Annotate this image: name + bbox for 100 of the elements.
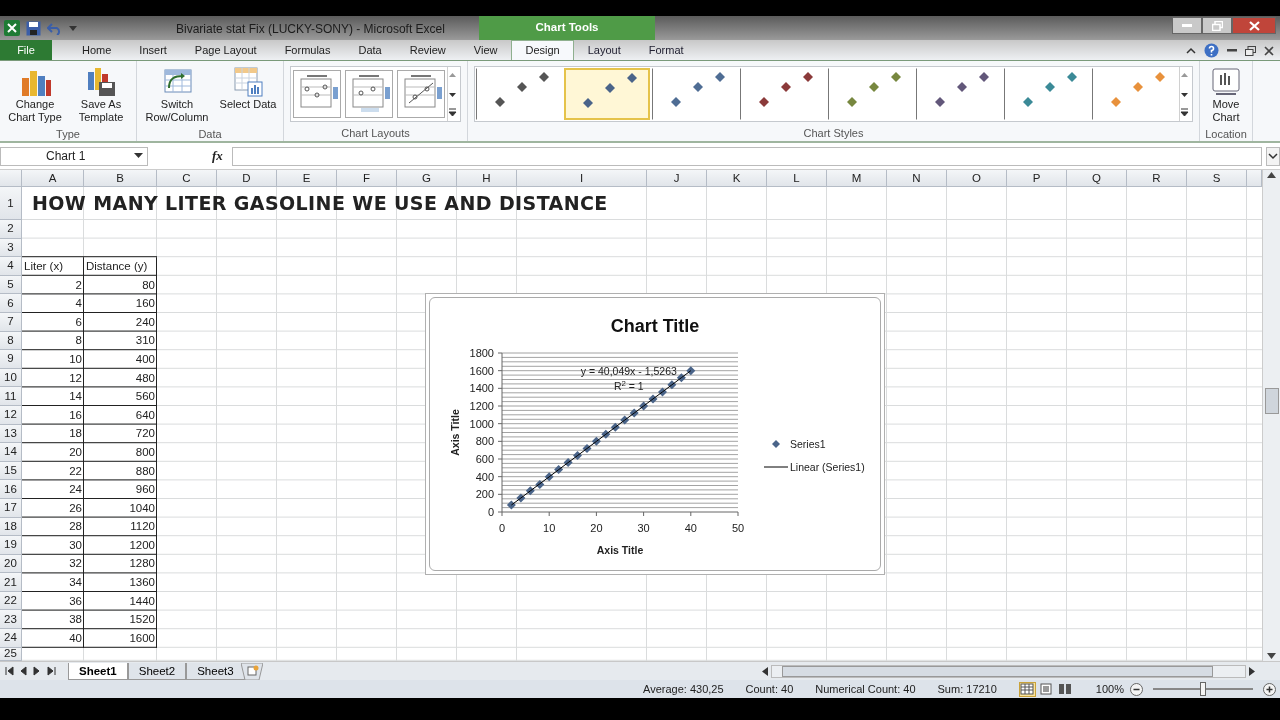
table-cell[interactable]: 560	[84, 387, 157, 406]
row-header[interactable]: 21	[0, 573, 22, 592]
table-cell[interactable]: 2	[22, 275, 84, 295]
ribbon-tab[interactable]: Insert	[125, 40, 181, 60]
insert-sheet-icon[interactable]	[240, 662, 263, 680]
column-header[interactable]: C	[157, 170, 217, 187]
ribbon-button[interactable]: Move Chart	[1203, 64, 1249, 126]
column-header[interactable]: H	[457, 170, 517, 187]
column-header[interactable]: P	[1007, 170, 1067, 187]
column-heading-cell[interactable]: Liter (x)	[22, 257, 84, 276]
table-cell[interactable]: 30	[22, 536, 84, 555]
ribbon-tab[interactable]: Formulas	[270, 40, 345, 60]
chart-layout-thumbnail[interactable]	[293, 70, 341, 118]
column-header[interactable]: F	[337, 170, 397, 187]
scroll-left-icon[interactable]	[761, 666, 769, 676]
column-header[interactable]: L	[767, 170, 827, 187]
table-cell[interactable]: 310	[84, 331, 157, 351]
table-cell[interactable]: 20	[22, 443, 84, 462]
table-cell[interactable]: 8	[22, 331, 84, 351]
table-cell[interactable]: 26	[22, 498, 84, 518]
minimize-button[interactable]	[1172, 17, 1202, 34]
row-header[interactable]: 23	[0, 610, 22, 630]
table-cell[interactable]: 800	[84, 443, 157, 462]
row-header[interactable]: 11	[0, 387, 22, 406]
table-cell[interactable]: 14	[22, 387, 84, 406]
table-cell[interactable]: 24	[22, 480, 84, 499]
table-cell[interactable]: 40	[22, 629, 84, 648]
scroll-thumb[interactable]	[782, 665, 1213, 677]
table-cell[interactable]: 1520	[84, 610, 157, 630]
save-icon[interactable]	[26, 20, 41, 36]
table-cell[interactable]: 1120	[84, 517, 157, 537]
close-button[interactable]	[1232, 17, 1276, 34]
dropdown-icon[interactable]	[134, 153, 143, 159]
gallery-scrollbar[interactable]	[447, 67, 460, 121]
horizontal-scrollbar[interactable]	[761, 663, 1256, 679]
zoom-level[interactable]: 100%	[1095, 680, 1124, 698]
table-cell[interactable]: 400	[84, 350, 157, 369]
ribbon-tab[interactable]: Page Layout	[180, 40, 271, 60]
row-header[interactable]: 4	[0, 257, 22, 276]
gallery-scrollbar[interactable]	[1179, 67, 1192, 121]
row-header[interactable]: 1	[0, 187, 22, 220]
column-header[interactable]: N	[887, 170, 947, 187]
expand-formula-bar-icon[interactable]	[1266, 146, 1280, 166]
ribbon-button[interactable]: Switch Row/Column	[140, 64, 214, 126]
column-header[interactable]: D	[217, 170, 277, 187]
formula-input[interactable]	[232, 146, 1262, 166]
table-cell[interactable]: 1280	[84, 554, 157, 574]
table-cell[interactable]: 4	[22, 294, 84, 313]
table-cell[interactable]: 720	[84, 424, 157, 444]
close-icon[interactable]	[1264, 45, 1274, 56]
ribbon-button[interactable]: Save As Template	[69, 64, 133, 126]
row-header[interactable]: 24	[0, 629, 22, 648]
table-cell[interactable]: 10	[22, 350, 84, 369]
table-cell[interactable]: 12	[22, 368, 84, 388]
table-cell[interactable]: 960	[84, 480, 157, 499]
column-header[interactable]: A	[22, 170, 84, 187]
zoom-out-icon[interactable]	[1130, 682, 1143, 696]
name-box[interactable]: Chart 1	[0, 146, 148, 166]
row-header[interactable]: 2	[0, 220, 22, 239]
column-header[interactable]: J	[647, 170, 707, 187]
table-cell[interactable]: 240	[84, 312, 157, 332]
table-cell[interactable]: 38	[22, 610, 84, 630]
ribbon-tab[interactable]: Design	[511, 40, 574, 60]
excel-logo-icon[interactable]	[4, 20, 20, 36]
chart-style-thumbnail[interactable]	[564, 68, 650, 120]
column-header[interactable]: Q	[1067, 170, 1127, 187]
column-header[interactable]: E	[277, 170, 337, 187]
table-cell[interactable]: 36	[22, 591, 84, 611]
ribbon-tab[interactable]: Home	[68, 40, 126, 60]
minimize-icon[interactable]	[1227, 49, 1237, 52]
chart-layout-thumbnail[interactable]	[345, 70, 393, 118]
view-button[interactable]	[1037, 681, 1055, 697]
row-header[interactable]: 14	[0, 443, 22, 462]
table-cell[interactable]: 32	[22, 554, 84, 574]
column-header[interactable]: B	[84, 170, 157, 187]
ribbon-button[interactable]: Change Chart Type	[3, 64, 67, 126]
table-cell[interactable]: 880	[84, 461, 157, 481]
scroll-right-icon[interactable]	[1248, 666, 1256, 676]
table-cell[interactable]: 1440	[84, 591, 157, 611]
table-cell[interactable]: 18	[22, 424, 84, 444]
table-cell[interactable]: 640	[84, 405, 157, 425]
ribbon-tab[interactable]: File	[0, 40, 52, 60]
insert-function-button[interactable]: fx	[212, 146, 228, 166]
help-icon[interactable]	[1204, 43, 1219, 58]
vertical-scrollbar[interactable]	[1262, 170, 1280, 661]
table-cell[interactable]: 1360	[84, 573, 157, 592]
ribbon-tab[interactable]: View	[459, 40, 512, 60]
row-header[interactable]: 16	[0, 480, 22, 499]
sheet-tab[interactable]: Sheet2	[127, 662, 187, 680]
restore-icon[interactable]	[1245, 45, 1256, 56]
row-header[interactable]: 9	[0, 350, 22, 369]
column-heading-cell[interactable]: Distance (y)	[84, 257, 157, 276]
table-cell[interactable]: 1040	[84, 498, 157, 518]
column-header[interactable]: M	[827, 170, 887, 187]
ribbon-tab[interactable]: Review	[395, 40, 460, 60]
column-header[interactable]: R	[1127, 170, 1187, 187]
collapse-ribbon-icon[interactable]	[1186, 47, 1196, 54]
column-header[interactable]: S	[1187, 170, 1247, 187]
table-cell[interactable]: 22	[22, 461, 84, 481]
ribbon-button[interactable]: Select Data	[216, 64, 280, 126]
